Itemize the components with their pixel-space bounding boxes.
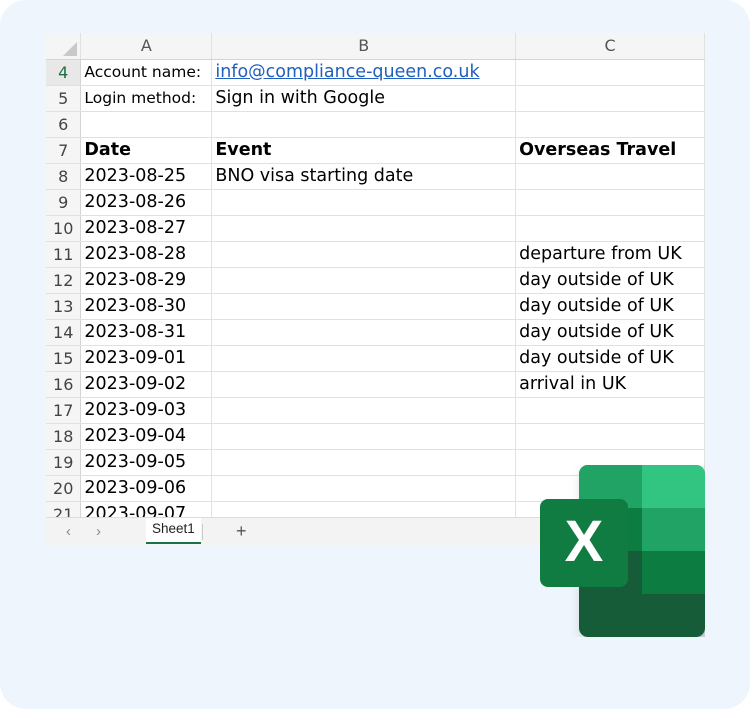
table-row: 5 Login method: Sign in with Google bbox=[46, 85, 705, 112]
table-row: 7 Date Event Overseas Travel bbox=[46, 137, 705, 164]
next-sheet-icon[interactable]: › bbox=[96, 523, 101, 540]
cell-c[interactable] bbox=[515, 163, 705, 190]
table-row: 18 2023-09-04 bbox=[46, 423, 705, 450]
row-header[interactable]: 20 bbox=[46, 475, 82, 502]
cell-a[interactable]: 2023-08-27 bbox=[80, 215, 213, 242]
row-header[interactable]: 5 bbox=[46, 85, 82, 112]
tab-sheet1[interactable]: Sheet1 bbox=[146, 518, 201, 544]
cell-b[interactable] bbox=[211, 397, 517, 424]
table-row: 9 2023-08-26 bbox=[46, 189, 705, 216]
cell-a[interactable]: 2023-09-02 bbox=[80, 371, 213, 398]
cell-b[interactable] bbox=[211, 215, 517, 242]
cell-a[interactable]: 2023-09-04 bbox=[80, 423, 213, 450]
row-header[interactable]: 10 bbox=[46, 215, 82, 242]
row-header[interactable]: 9 bbox=[46, 189, 82, 216]
cell-b[interactable]: Event bbox=[211, 137, 517, 164]
column-header-row: A B C bbox=[46, 33, 705, 60]
tab-divider bbox=[202, 524, 203, 540]
cell-b[interactable] bbox=[211, 449, 517, 476]
email-link[interactable]: info@compliance-queen.co.uk bbox=[211, 59, 517, 86]
column-header-a[interactable]: A bbox=[80, 33, 213, 60]
row-header[interactable]: 17 bbox=[46, 397, 82, 424]
cell-c[interactable]: day outside of UK bbox=[515, 319, 705, 346]
cell-b[interactable]: Sign in with Google bbox=[211, 85, 517, 112]
cell-b[interactable] bbox=[211, 371, 517, 398]
cell-a[interactable]: 2023-08-25 bbox=[80, 163, 213, 190]
table-row: 14 2023-08-31 day outside of UK bbox=[46, 319, 705, 346]
row-header[interactable]: 18 bbox=[46, 423, 82, 450]
cell-a[interactable]: 2023-09-03 bbox=[80, 397, 213, 424]
table-row: 12 2023-08-29 day outside of UK bbox=[46, 267, 705, 294]
cell-b[interactable] bbox=[211, 423, 517, 450]
table-row: 10 2023-08-27 bbox=[46, 215, 705, 242]
cell-a[interactable]: 2023-08-30 bbox=[80, 293, 213, 320]
cell-c[interactable]: day outside of UK bbox=[515, 267, 705, 294]
cell-b[interactable] bbox=[211, 189, 517, 216]
table-row: 8 2023-08-25 BNO visa starting date bbox=[46, 163, 705, 190]
prev-sheet-icon[interactable]: ‹ bbox=[66, 523, 71, 540]
cell-b[interactable]: BNO visa starting date bbox=[211, 163, 517, 190]
cell-c[interactable]: arrival in UK bbox=[515, 371, 705, 398]
row-header[interactable]: 15 bbox=[46, 345, 82, 372]
table-row: 11 2023-08-28 departure from UK bbox=[46, 241, 705, 268]
cell-b[interactable] bbox=[211, 241, 517, 268]
cell-a[interactable]: 2023-08-31 bbox=[80, 319, 213, 346]
row-header[interactable]: 14 bbox=[46, 319, 82, 346]
cell-b[interactable] bbox=[211, 267, 517, 294]
cell-c[interactable] bbox=[515, 189, 705, 216]
cell-c[interactable] bbox=[515, 111, 705, 138]
column-header-c[interactable]: C bbox=[515, 33, 705, 60]
row-header[interactable]: 12 bbox=[46, 267, 82, 294]
cell-a[interactable] bbox=[80, 111, 213, 138]
cell-b[interactable] bbox=[211, 475, 517, 502]
cell-c[interactable]: day outside of UK bbox=[515, 293, 705, 320]
table-row: 4 Account name: info@compliance-queen.co.u… bbox=[46, 59, 705, 86]
row-header[interactable]: 4 bbox=[46, 59, 82, 86]
spreadsheet-grid: A B C 4 Account name: info@compliance-quee… bbox=[46, 33, 705, 528]
excel-logo-letter: X bbox=[565, 509, 604, 574]
row-header[interactable]: 16 bbox=[46, 371, 82, 398]
cell-c[interactable]: Overseas Travel bbox=[515, 137, 705, 164]
row-header[interactable]: 8 bbox=[46, 163, 82, 190]
cell-a[interactable]: Account name: bbox=[80, 59, 213, 86]
cell-b[interactable] bbox=[211, 111, 517, 138]
cell-b[interactable] bbox=[211, 319, 517, 346]
table-row: 17 2023-09-03 bbox=[46, 397, 705, 424]
select-all-corner[interactable] bbox=[46, 33, 82, 60]
row-header[interactable]: 7 bbox=[46, 137, 82, 164]
cell-a[interactable]: 2023-08-28 bbox=[80, 241, 213, 268]
row-header[interactable]: 19 bbox=[46, 449, 82, 476]
cell-c[interactable] bbox=[515, 59, 705, 86]
cell-a[interactable]: Login method: bbox=[80, 85, 213, 112]
table-row: 15 2023-09-01 day outside of UK bbox=[46, 345, 705, 372]
table-row: 6 bbox=[46, 111, 705, 138]
cell-c[interactable] bbox=[515, 215, 705, 242]
cell-b[interactable] bbox=[211, 293, 517, 320]
cell-a[interactable]: 2023-09-01 bbox=[80, 345, 213, 372]
cell-a[interactable]: Date bbox=[80, 137, 213, 164]
cell-c[interactable] bbox=[515, 397, 705, 424]
column-header-b[interactable]: B bbox=[211, 33, 517, 60]
cell-c[interactable]: day outside of UK bbox=[515, 345, 705, 372]
cell-a[interactable]: 2023-08-26 bbox=[80, 189, 213, 216]
cell-a[interactable]: 2023-09-06 bbox=[80, 475, 213, 502]
cell-a[interactable]: 2023-08-29 bbox=[80, 267, 213, 294]
add-sheet-button[interactable]: + bbox=[236, 521, 247, 542]
background-card: A B C 4 Account name: info@compliance-quee… bbox=[0, 0, 750, 709]
cell-c[interactable] bbox=[515, 423, 705, 450]
cell-c[interactable]: departure from UK bbox=[515, 241, 705, 268]
cell-a[interactable]: 2023-09-05 bbox=[80, 449, 213, 476]
row-header[interactable]: 13 bbox=[46, 293, 82, 320]
cell-b[interactable] bbox=[211, 345, 517, 372]
cell-c[interactable] bbox=[515, 85, 705, 112]
table-row: 13 2023-08-30 day outside of UK bbox=[46, 293, 705, 320]
table-row: 16 2023-09-02 arrival in UK bbox=[46, 371, 705, 398]
excel-logo-icon: X bbox=[540, 465, 705, 637]
row-header[interactable]: 6 bbox=[46, 111, 82, 138]
row-header[interactable]: 11 bbox=[46, 241, 82, 268]
